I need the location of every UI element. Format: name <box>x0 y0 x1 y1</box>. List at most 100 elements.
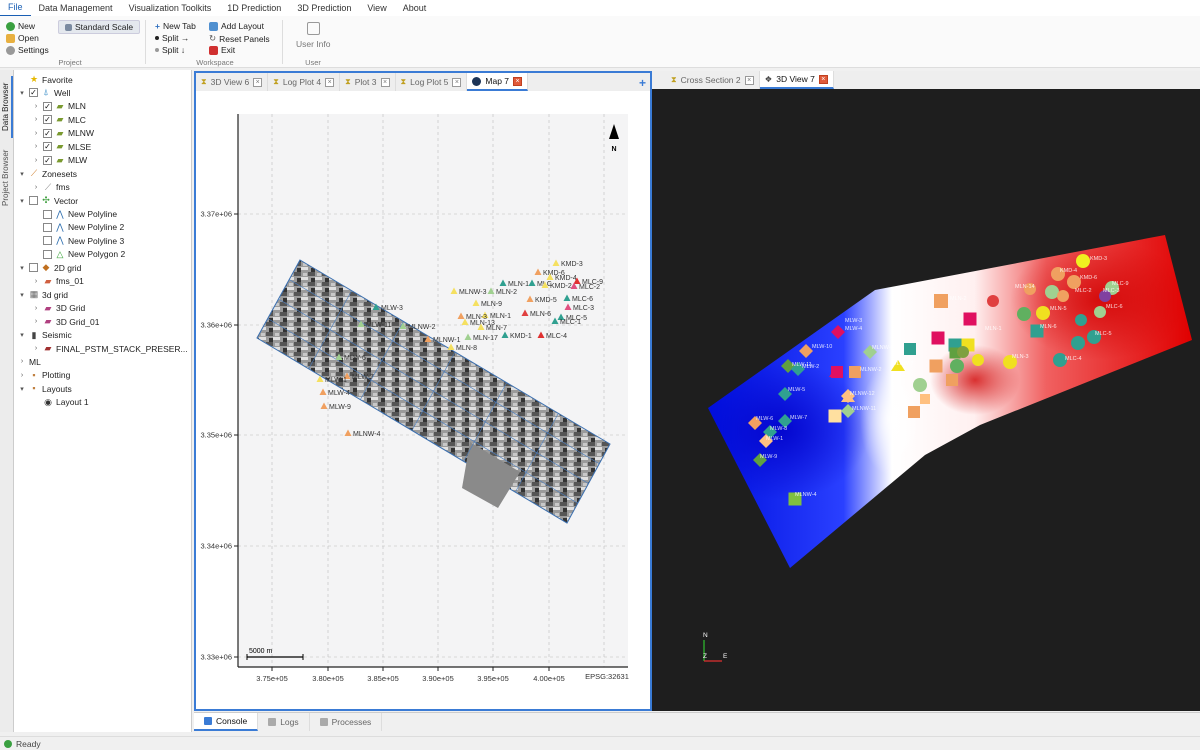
chevron-down-icon[interactable]: ▾ <box>18 291 26 299</box>
tree-item-zonesets[interactable]: ▾ ⟋ Zonesets <box>18 167 77 180</box>
menu-file[interactable]: File <box>0 0 31 17</box>
visibility-checkbox[interactable]: ✓ <box>29 88 38 98</box>
well-sphere-marker[interactable] <box>1071 336 1085 350</box>
split-horizontal-button[interactable]: Split → <box>155 33 189 43</box>
well-sphere-marker[interactable] <box>1076 254 1090 268</box>
well-cube-marker[interactable] <box>946 374 958 386</box>
visibility-checkbox[interactable] <box>29 196 38 206</box>
tree-item-new-polygon-2[interactable]: △ New Polygon 2 <box>32 248 125 261</box>
tree-item-mlc[interactable]: › ✓ ▰ MLC <box>32 113 86 126</box>
chevron-down-icon[interactable]: ▾ <box>18 331 26 339</box>
chevron-right-icon[interactable]: › <box>32 318 40 325</box>
open-project-button[interactable]: Open <box>6 33 39 43</box>
well-cube-marker[interactable] <box>908 406 920 418</box>
well-sphere-marker[interactable] <box>913 378 927 392</box>
tab-console[interactable]: Console <box>194 712 259 731</box>
chevron-right-icon[interactable]: › <box>32 345 40 352</box>
tree-item-plotting[interactable]: › ▪ Plotting <box>18 369 71 382</box>
chevron-down-icon[interactable]: ▾ <box>18 264 26 272</box>
tree-item-mlnw[interactable]: › ✓ ▰ MLNW <box>32 127 94 140</box>
menu-view[interactable]: View <box>359 0 394 16</box>
tree-item-ml[interactable]: › ML <box>18 355 41 368</box>
visibility-checkbox[interactable] <box>43 222 52 232</box>
chevron-right-icon[interactable]: › <box>32 184 40 191</box>
add-layout-button[interactable]: Add Layout <box>209 21 264 31</box>
tree-item-mlw[interactable]: › ✓ ▰ MLW <box>32 154 87 167</box>
tab-data-browser[interactable]: Data Browser <box>1 76 13 138</box>
reset-panels-button[interactable]: ↻ Reset Panels <box>209 33 270 44</box>
tree-item-new-polyline-2[interactable]: ⋀ New Polyline 2 <box>32 221 124 234</box>
tab-cross-section-2[interactable]: ⧗ Cross Section 2 × <box>666 71 760 89</box>
tree-item-new-polyline-3[interactable]: ⋀ New Polyline 3 <box>32 234 124 247</box>
tab-plot-3[interactable]: ⧗ Plot 3 × <box>340 73 396 91</box>
add-tab-button[interactable]: + <box>639 76 646 90</box>
well-sphere-marker[interactable] <box>1067 275 1081 289</box>
chevron-right-icon[interactable]: › <box>18 358 26 365</box>
menu-3d-prediction[interactable]: 3D Prediction <box>289 0 359 16</box>
well-sphere-marker[interactable] <box>987 295 999 307</box>
visibility-checkbox[interactable]: ✓ <box>43 155 52 165</box>
close-icon[interactable]: × <box>253 77 263 87</box>
chevron-right-icon[interactable]: › <box>32 143 40 150</box>
well-sphere-marker[interactable] <box>1057 290 1069 302</box>
visibility-checkbox[interactable] <box>29 263 38 273</box>
tab-3d-view-6[interactable]: ⧗ 3D View 6 × <box>196 73 269 91</box>
new-tab-button[interactable]: + New Tab <box>155 21 196 31</box>
well-cube-marker[interactable] <box>929 359 943 373</box>
exit-button[interactable]: Exit <box>209 45 235 55</box>
visibility-checkbox[interactable]: ✓ <box>43 101 52 111</box>
visibility-checkbox[interactable] <box>43 236 52 246</box>
well-cube-marker[interactable] <box>934 294 948 308</box>
chevron-right-icon[interactable]: › <box>32 103 40 110</box>
visibility-checkbox[interactable]: ✓ <box>43 115 52 125</box>
menu-1d-prediction[interactable]: 1D Prediction <box>219 0 289 16</box>
tree-item-fms[interactable]: › ⟋ fms <box>32 181 70 194</box>
chevron-right-icon[interactable]: › <box>32 278 40 285</box>
standard-scale-button[interactable]: Standard Scale <box>58 20 141 34</box>
tree-item-seismic[interactable]: ▾ ▮ Seismic <box>18 329 72 342</box>
tree-item-mlse[interactable]: › ✓ ▰ MLSE <box>32 140 91 153</box>
chevron-right-icon[interactable]: › <box>18 372 26 379</box>
well-cube-marker[interactable] <box>904 343 916 355</box>
well-sphere-marker[interactable] <box>1017 307 1031 321</box>
tab-map-7[interactable]: Map 7 × <box>467 73 529 91</box>
tab-log-plot-4[interactable]: ⧗ Log Plot 4 × <box>268 73 341 91</box>
well-sphere-marker[interactable] <box>972 354 984 366</box>
menu-data-management[interactable]: Data Management <box>31 0 121 16</box>
well-sphere-marker[interactable] <box>1094 306 1106 318</box>
chevron-right-icon[interactable]: › <box>32 305 40 312</box>
close-icon[interactable]: × <box>325 77 335 87</box>
chevron-right-icon[interactable]: › <box>32 157 40 164</box>
settings-button[interactable]: Settings <box>6 45 49 55</box>
tab-project-browser[interactable]: Project Browser <box>1 142 13 214</box>
tab-log-plot-5[interactable]: ⧗ Log Plot 5 × <box>396 73 468 91</box>
well-sphere-marker[interactable] <box>957 346 969 358</box>
well-sphere-marker[interactable] <box>1075 314 1087 326</box>
well-cube-marker[interactable] <box>931 331 945 345</box>
tree-item-well[interactable]: ▾ ✓ ⍋ Well <box>18 86 70 99</box>
tree-item-vector[interactable]: ▾ ✣ Vector <box>18 194 78 207</box>
visibility-checkbox[interactable] <box>43 249 52 259</box>
menu-visualization-toolkits[interactable]: Visualization Toolkits <box>121 0 220 16</box>
tree-item-fms-01[interactable]: › ▰ fms_01 <box>32 275 84 288</box>
tree-item-layouts[interactable]: ▾ ▪ Layouts <box>18 382 72 395</box>
chevron-down-icon[interactable]: ▾ <box>18 170 26 178</box>
well-cube-marker[interactable] <box>920 394 930 404</box>
tab-logs[interactable]: Logs <box>258 712 310 731</box>
close-icon[interactable]: × <box>452 77 462 87</box>
visibility-checkbox[interactable]: ✓ <box>43 128 52 138</box>
tab-processes[interactable]: Processes <box>310 712 383 731</box>
tree-item-mln[interactable]: › ✓ ▰ MLN <box>32 100 86 113</box>
tree-item-3d-grid[interactable]: ▾ ▦ 3d grid <box>18 288 68 301</box>
chevron-right-icon[interactable]: › <box>32 116 40 123</box>
new-project-button[interactable]: New <box>6 21 35 31</box>
well-cube-marker[interactable] <box>963 312 977 326</box>
tree-item-final-pstm-stack-preser[interactable]: › ▰ FINAL_PSTM_STACK_PRESER... <box>32 342 188 355</box>
close-icon[interactable]: × <box>513 76 523 86</box>
well-cube-marker[interactable] <box>828 409 842 423</box>
tree-item-3d-grid[interactable]: › ▰ 3D Grid <box>32 302 85 315</box>
tree-item-2d-grid[interactable]: ▾ ◆ 2D grid <box>18 261 81 274</box>
tree-item-new-polyline[interactable]: ⋀ New Polyline <box>32 208 117 221</box>
map-canvas[interactable]: 3.37e+06 3.36e+06 3.35e+06 3.34e+06 3.33e+06… <box>196 91 650 711</box>
tree-item-3d-grid-01[interactable]: › ▰ 3D Grid_01 <box>32 315 100 328</box>
